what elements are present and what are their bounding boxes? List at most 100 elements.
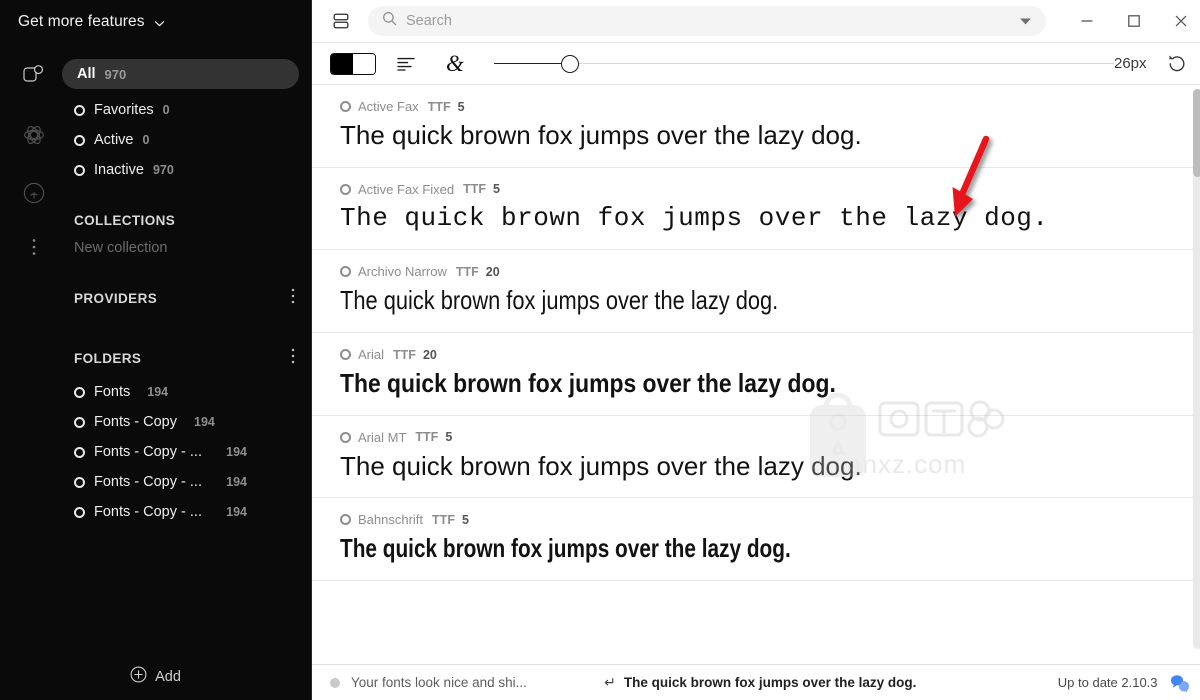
main-panel: & 26px Active Fax	[311, 0, 1200, 700]
font-name: Bahnschrift	[358, 512, 424, 528]
circle-icon	[74, 506, 85, 518]
status-right: Up to date 2.10.3	[1058, 673, 1191, 693]
font-row[interactable]: Archivo Narrow TTF 20 The quick brown fo…	[312, 250, 1200, 334]
chat-bubble-icon[interactable]	[1169, 673, 1191, 693]
get-more-features-button[interactable]: Get more features	[0, 0, 311, 44]
font-row[interactable]: Arial MT TTF 5 The quick brown fox jumps…	[312, 416, 1200, 499]
titlebar	[312, 0, 1200, 43]
sidebar-icon-rail	[14, 60, 54, 260]
font-list: Active Fax TTF 5 The quick brown fox jum…	[312, 85, 1200, 664]
folders-more-options-icon[interactable]	[289, 346, 297, 371]
search-input[interactable]	[406, 13, 1006, 29]
font-sample-text: The quick brown fox jumps over the lazy …	[340, 450, 862, 481]
plus-circle-icon	[130, 666, 147, 688]
vertical-scrollbar[interactable]	[1192, 89, 1200, 649]
font-variant-count: 5	[493, 182, 500, 197]
sidebar-filter-favorites-count: 0	[162, 103, 170, 117]
maximize-icon[interactable]	[1111, 0, 1158, 43]
circle-icon[interactable]	[340, 183, 351, 195]
ampersand-icon[interactable]: &	[438, 49, 472, 79]
close-icon[interactable]	[1158, 0, 1200, 43]
sidebar-nav: All 970 Favorites 0 Active 0 Inactive 97	[62, 44, 311, 527]
sidebar-filter-all[interactable]: All 970	[62, 59, 299, 89]
folder-label: Fonts - Copy	[94, 414, 177, 430]
font-list-container: Active Fax TTF 5 The quick brown fox jum…	[312, 85, 1200, 664]
status-message[interactable]: Your fonts look nice and shi...	[330, 675, 527, 690]
add-button[interactable]: Add	[0, 654, 311, 700]
new-collection-button[interactable]: New collection	[62, 233, 311, 263]
circle-icon[interactable]	[340, 349, 351, 361]
circle-icon[interactable]	[340, 431, 351, 443]
text-align-left-icon[interactable]	[390, 49, 424, 79]
preview-toolbar: & 26px	[312, 43, 1200, 85]
sidebar-filter-active[interactable]: Active 0	[62, 125, 311, 155]
circle-icon[interactable]	[340, 101, 351, 112]
status-dot-icon	[330, 677, 340, 688]
font-sample-text: The quick brown fox jumps over the lazy …	[340, 202, 1049, 233]
font-variant-count: 5	[457, 99, 465, 114]
folder-label: Fonts - Copy - ...	[94, 444, 202, 460]
circle-icon[interactable]	[340, 514, 351, 526]
library-icon[interactable]	[17, 60, 51, 94]
status-message-text: Your fonts look nice and shi...	[351, 675, 527, 690]
slider-track	[494, 62, 1114, 64]
folders-list: Fonts 194 Fonts - Copy 194 Fonts - Copy …	[62, 377, 311, 527]
font-name: Active Fax Fixed	[358, 181, 455, 197]
playground-icon[interactable]	[17, 118, 51, 152]
reset-rotate-icon[interactable]	[1155, 47, 1199, 81]
font-row[interactable]: Arial TTF 20 The quick brown fox jumps o…	[312, 333, 1200, 416]
folder-item[interactable]: Fonts - Copy - ... 194	[62, 467, 311, 497]
ampersand-glyph: &	[446, 51, 464, 76]
font-size-slider[interactable]	[494, 53, 1114, 75]
add-button-label: Add	[155, 669, 181, 685]
folder-label: Fonts - Copy - ...	[94, 474, 202, 490]
font-name: Arial	[358, 347, 385, 363]
font-row[interactable]: Bahnschrift TTF 5 The quick brown fox ju…	[312, 498, 1200, 582]
circle-icon	[74, 134, 85, 146]
providers-more-options-icon[interactable]	[289, 286, 297, 311]
font-row-meta: Active Fax Fixed TTF 5	[340, 182, 1185, 197]
broadcast-icon[interactable]	[17, 176, 51, 210]
preview-text-field[interactable]: ↵ The quick brown fox jumps over the laz…	[604, 674, 916, 691]
sidebar-filter-active-label: Active	[94, 132, 134, 148]
version-status-text: Up to date 2.10.3	[1057, 675, 1158, 690]
sidebar-filter-favorites[interactable]: Favorites 0	[62, 95, 311, 125]
black-white-contrast-toggle[interactable]	[330, 52, 376, 75]
font-name: Archivo Narrow	[358, 264, 447, 280]
sidebar: Get more features All 970 Favorites 0 Ac…	[0, 0, 311, 700]
font-row[interactable]: Active Fax TTF 5 The quick brown fox jum…	[312, 85, 1200, 168]
circle-icon	[74, 164, 85, 176]
panel-layout-icon[interactable]	[326, 7, 356, 35]
font-row-meta: Arial TTF 20	[340, 347, 1185, 362]
folder-count: 194	[147, 385, 169, 399]
scrollbar-thumb[interactable]	[1192, 89, 1200, 177]
sidebar-more-options-icon[interactable]	[17, 234, 51, 260]
status-bar: Your fonts look nice and shi... ↵ The qu…	[312, 664, 1200, 700]
minimize-icon[interactable]	[1064, 0, 1111, 43]
providers-title: PROVIDERS	[74, 290, 158, 306]
font-sample-text: The quick brown fox jumps over the lazy …	[340, 285, 779, 316]
font-name: Arial MT	[358, 429, 407, 445]
providers-section-header: PROVIDERS	[62, 285, 311, 311]
sidebar-filter-all-count: 970	[104, 66, 127, 82]
slider-track-filled	[494, 62, 569, 64]
font-row[interactable]: Active Fax Fixed TTF 5 The quick brown f…	[312, 168, 1200, 251]
folder-item[interactable]: Fonts - Copy - ... 194	[62, 497, 311, 527]
folder-count: 194	[226, 475, 247, 489]
search-bar[interactable]	[368, 6, 1046, 36]
font-format: TTF	[463, 182, 487, 197]
font-variant-count: 5	[461, 512, 469, 527]
preview-text-value: The quick brown fox jumps over the lazy …	[623, 675, 917, 690]
return-key-icon: ↵	[604, 674, 616, 690]
folder-item[interactable]: Fonts - Copy 194	[62, 407, 311, 437]
circle-icon[interactable]	[340, 266, 351, 278]
slider-thumb[interactable]	[561, 54, 579, 73]
folder-item[interactable]: Fonts 194	[62, 377, 311, 407]
folder-count: 194	[226, 505, 247, 519]
sidebar-filter-inactive[interactable]: Inactive 970	[62, 155, 311, 185]
circle-icon	[74, 476, 85, 488]
caret-down-icon[interactable]	[1015, 17, 1036, 26]
get-more-features-label: Get more features	[18, 13, 145, 30]
font-format: TTF	[432, 512, 455, 527]
folder-item[interactable]: Fonts - Copy - ... 194	[62, 437, 311, 467]
